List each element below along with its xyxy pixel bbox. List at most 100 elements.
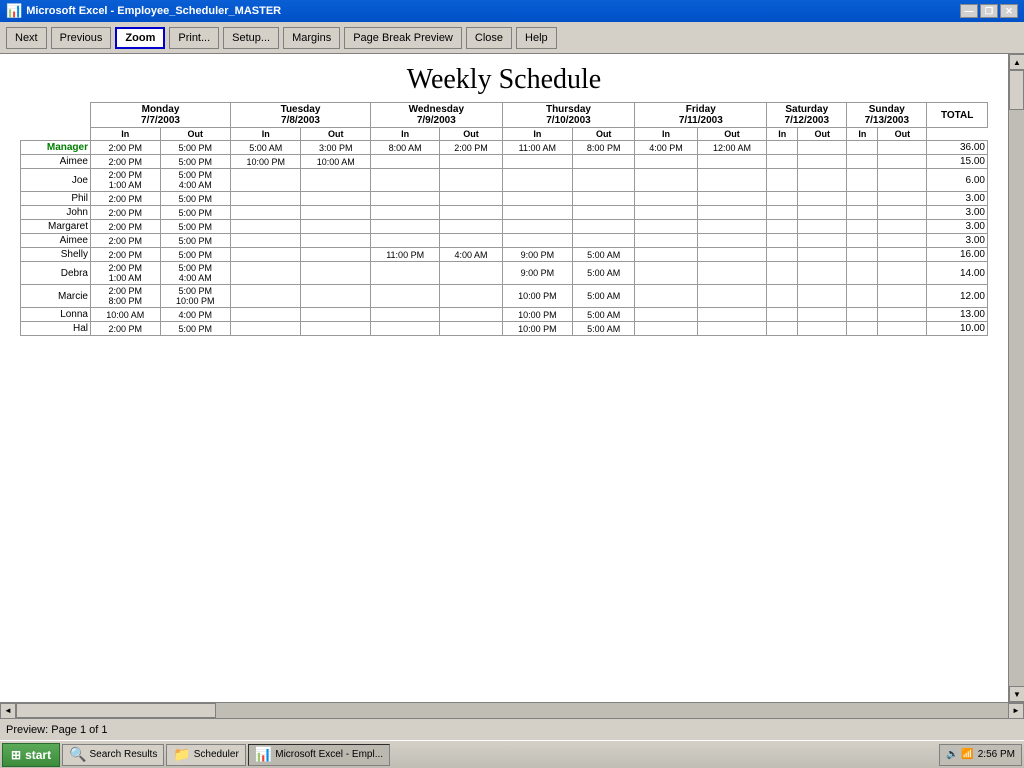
taskbar-item-excel-label: Microsoft Excel - Empl... (275, 749, 383, 760)
h-scroll-thumb[interactable] (16, 703, 216, 718)
shift-out-cell (573, 155, 635, 169)
shift-out-cell: 5:00 PM (160, 322, 230, 336)
clock: 2:56 PM (978, 749, 1015, 760)
shift-in-cell (371, 155, 440, 169)
shift-in-cell: 2:00 PM (91, 206, 161, 220)
taskbar-item-scheduler[interactable]: 📁 Scheduler (166, 744, 245, 766)
shift-in-cell (847, 169, 878, 192)
page-break-preview-button[interactable]: Page Break Preview (344, 27, 462, 49)
title-bar: 📊 Microsoft Excel - Employee_Scheduler_M… (0, 0, 1024, 22)
shift-out-cell (440, 308, 502, 322)
table-row: Manager2:00 PM5:00 PM5:00 AM3:00 PM8:00 … (21, 141, 988, 155)
title-bar-buttons: — ❐ ✕ (960, 4, 1018, 18)
print-button[interactable]: Print... (169, 27, 219, 49)
maximize-button[interactable]: ❐ (980, 4, 998, 18)
shift-in-cell: 10:00 PM (231, 155, 301, 169)
tuesday-header: Tuesday 7/8/2003 (231, 103, 371, 128)
employee-name-cell: Shelly (21, 248, 91, 262)
shift-in-cell (635, 322, 697, 336)
shift-in-cell: 10:00 PM (502, 285, 572, 308)
window-close-button[interactable]: ✕ (1000, 4, 1018, 18)
setup-button[interactable]: Setup... (223, 27, 279, 49)
scroll-thumb[interactable] (1009, 70, 1024, 110)
shift-in-cell (767, 248, 798, 262)
shift-in-cell (231, 248, 301, 262)
shift-in-cell (371, 169, 440, 192)
shift-out-cell (301, 285, 371, 308)
shift-out-cell (798, 220, 847, 234)
scroll-up-button[interactable]: ▲ (1009, 54, 1024, 70)
search-taskbar-icon: 🔍 (69, 746, 86, 763)
shift-out-cell (878, 262, 927, 285)
horizontal-scrollbar[interactable]: ◄ ► (0, 702, 1024, 718)
total-cell: 16.00 (927, 248, 988, 262)
shift-out-cell: 5:00 PM (160, 220, 230, 234)
taskbar-items: 🔍 Search Results 📁 Scheduler 📊 Microsoft… (62, 744, 937, 766)
shift-out-cell (301, 206, 371, 220)
status-bar: Preview: Page 1 of 1 (0, 718, 1024, 740)
folder-taskbar-icon: 📁 (173, 746, 190, 763)
shift-in-cell (231, 285, 301, 308)
h-scroll-track[interactable] (16, 703, 1008, 718)
shift-in-cell (767, 322, 798, 336)
zoom-button[interactable]: Zoom (115, 27, 165, 49)
close-toolbar-button[interactable]: Close (466, 27, 512, 49)
taskbar-item-excel[interactable]: 📊 Microsoft Excel - Empl... (248, 744, 390, 766)
shift-in-cell: 2:00 PM (91, 220, 161, 234)
scroll-left-button[interactable]: ◄ (0, 703, 16, 719)
toolbar: Next Previous Zoom Print... Setup... Mar… (0, 22, 1024, 54)
title-bar-text: Microsoft Excel - Employee_Scheduler_MAS… (26, 5, 281, 17)
shift-out-cell (440, 155, 502, 169)
scroll-right-button[interactable]: ► (1008, 703, 1024, 719)
thu-out-header: Out (573, 128, 635, 141)
scroll-track[interactable] (1009, 70, 1024, 686)
taskbar-item-search[interactable]: 🔍 Search Results (62, 744, 164, 766)
shift-in-cell: 2:00 PM (91, 322, 161, 336)
start-button[interactable]: ⊞ start (2, 743, 60, 767)
shift-out-cell (697, 234, 767, 248)
shift-in-cell (231, 192, 301, 206)
next-button[interactable]: Next (6, 27, 47, 49)
shift-out-cell: 2:00 PM (440, 141, 502, 155)
shift-in-cell (502, 155, 572, 169)
shift-out-cell (573, 169, 635, 192)
shift-in-cell (635, 262, 697, 285)
shift-in-cell (635, 234, 697, 248)
shift-out-cell (573, 206, 635, 220)
total-cell: 3.00 (927, 220, 988, 234)
shift-in-cell (231, 169, 301, 192)
shift-out-cell: 5:00 PM (160, 192, 230, 206)
previous-button[interactable]: Previous (51, 27, 112, 49)
taskbar: ⊞ start 🔍 Search Results 📁 Scheduler 📊 M… (0, 740, 1024, 768)
help-button[interactable]: Help (516, 27, 557, 49)
shift-in-cell (847, 206, 878, 220)
schedule-title: Weekly Schedule (20, 64, 988, 96)
margins-button[interactable]: Margins (283, 27, 340, 49)
shift-in-cell (847, 322, 878, 336)
table-row: Margaret2:00 PM5:00 PM3.00 (21, 220, 988, 234)
minimize-button[interactable]: — (960, 4, 978, 18)
table-row: Hal2:00 PM5:00 PM10:00 PM5:00 AM10.00 (21, 322, 988, 336)
vertical-scrollbar[interactable]: ▲ ▼ (1008, 54, 1024, 702)
spreadsheet-content: Weekly Schedule Monday 7/7/2003 Tuesday … (0, 54, 1008, 702)
shift-out-cell (798, 155, 847, 169)
shift-in-cell (502, 220, 572, 234)
shift-in-cell (847, 234, 878, 248)
schedule-table: Monday 7/7/2003 Tuesday 7/8/2003 Wednesd… (20, 102, 988, 336)
shift-out-cell (878, 206, 927, 220)
shift-out-cell (878, 220, 927, 234)
mon-in-header: In (91, 128, 161, 141)
shift-in-cell (767, 220, 798, 234)
taskbar-item-search-label: Search Results (90, 749, 158, 760)
shift-out-cell (697, 285, 767, 308)
shift-out-cell (697, 322, 767, 336)
shift-in-cell (635, 308, 697, 322)
shift-out-cell (798, 169, 847, 192)
shift-out-cell (878, 248, 927, 262)
total-cell: 12.00 (927, 285, 988, 308)
shift-in-cell (635, 206, 697, 220)
shift-out-cell: 8:00 PM (573, 141, 635, 155)
scroll-down-button[interactable]: ▼ (1009, 686, 1024, 702)
shift-in-cell: 5:00 AM (231, 141, 301, 155)
shift-out-cell (878, 192, 927, 206)
